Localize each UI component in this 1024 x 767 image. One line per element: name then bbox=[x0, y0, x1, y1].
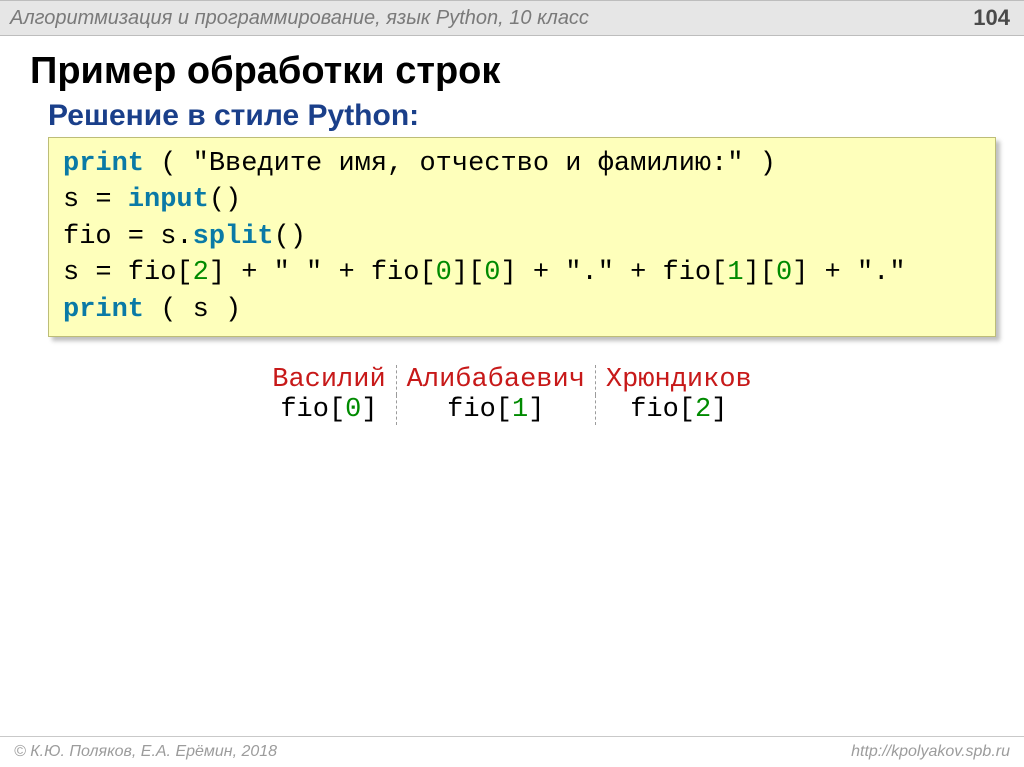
diagram-name: Алибабаевич bbox=[396, 365, 595, 395]
code-keyword-print: print bbox=[63, 149, 144, 179]
code-number: 1 bbox=[727, 258, 743, 288]
code-text: fio = s. bbox=[63, 222, 193, 252]
code-text: s = bbox=[63, 185, 128, 215]
code-string: "Введите имя, отчество и фамилию:" bbox=[193, 149, 744, 179]
code-text: () bbox=[209, 185, 241, 215]
slide: Алгоритмизация и программирование, язык … bbox=[0, 0, 1024, 767]
footer: © К.Ю. Поляков, Е.А. Ерёмин, 2018 http:/… bbox=[0, 736, 1024, 767]
diagram-label: fio[0] bbox=[262, 395, 396, 425]
code-number: 0 bbox=[484, 258, 500, 288]
diagram-label: fio[1] bbox=[396, 395, 595, 425]
code-number: 0 bbox=[436, 258, 452, 288]
code-keyword-input: input bbox=[128, 185, 209, 215]
diagram-name: Василий bbox=[262, 365, 396, 395]
code-number: 0 bbox=[776, 258, 792, 288]
code-keyword-split: split bbox=[193, 222, 274, 252]
footer-copyright: © К.Ю. Поляков, Е.А. Ерёмин, 2018 bbox=[14, 743, 277, 761]
page-title: Пример обработки строк bbox=[30, 50, 1024, 93]
code-text: ] + " " + fio[ bbox=[209, 258, 436, 288]
code-text: ( bbox=[144, 149, 193, 179]
code-text: ][ bbox=[744, 258, 776, 288]
code-number: 2 bbox=[193, 258, 209, 288]
code-text: ] + "." + fio[ bbox=[500, 258, 727, 288]
code-text: ) bbox=[744, 149, 776, 179]
top-bar: Алгоритмизация и программирование, язык … bbox=[0, 0, 1024, 36]
course-title: Алгоритмизация и программирование, язык … bbox=[10, 7, 589, 30]
code-text: ] + "." bbox=[792, 258, 905, 288]
footer-url: http://kpolyakov.spb.ru bbox=[851, 743, 1010, 761]
subtitle: Решение в стиле Python: bbox=[48, 99, 1024, 133]
code-text: s = fio[ bbox=[63, 258, 193, 288]
code-keyword-print: print bbox=[63, 295, 144, 325]
code-text: ][ bbox=[452, 258, 484, 288]
code-text: () bbox=[274, 222, 306, 252]
diagram-label: fio[2] bbox=[595, 395, 761, 425]
code-block: print ( "Введите имя, отчество и фамилию… bbox=[48, 137, 996, 337]
code-text: ( s ) bbox=[144, 295, 241, 325]
split-diagram: Василий Алибабаевич Хрюндиков fio[0] fio… bbox=[0, 365, 1024, 425]
page-number: 104 bbox=[973, 5, 1010, 31]
diagram-name: Хрюндиков bbox=[595, 365, 761, 395]
